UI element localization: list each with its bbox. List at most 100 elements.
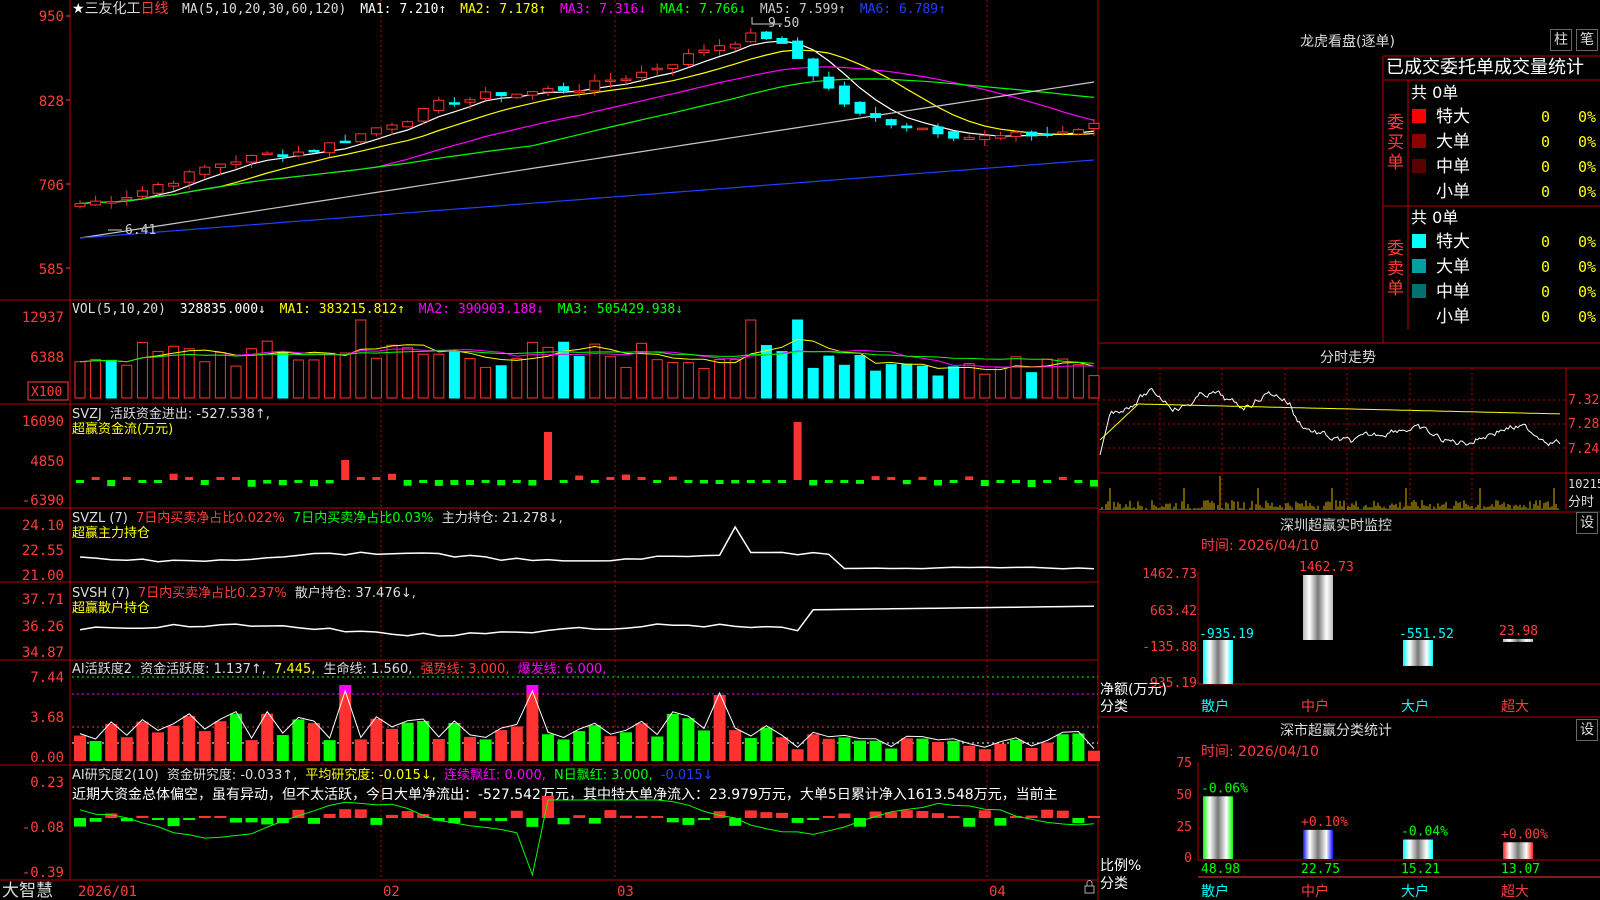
candle-body[interactable] [1041, 133, 1053, 136]
candle-body[interactable] [682, 53, 694, 66]
candle-body[interactable] [230, 161, 242, 165]
candle-body[interactable] [136, 190, 148, 197]
candle-body[interactable] [448, 102, 460, 105]
candle-body[interactable] [885, 119, 897, 126]
candle-body[interactable] [495, 92, 507, 97]
candle-body[interactable] [246, 154, 258, 163]
candle-body[interactable] [90, 200, 102, 206]
intraday-panel[interactable]: 分时走势 7.32 7.28 7.24 10215 分时 [1098, 350, 1600, 510]
candle-body[interactable] [292, 151, 304, 157]
candle-body[interactable] [714, 45, 726, 51]
candle-body[interactable] [168, 182, 180, 187]
candle-body[interactable] [604, 79, 616, 83]
ai-active-bar [1088, 750, 1100, 761]
candle-body[interactable] [792, 40, 804, 59]
candle-body[interactable] [526, 91, 538, 96]
ratio-change-label: +0.10% [1301, 815, 1348, 830]
candle-body[interactable] [199, 166, 211, 175]
candle-body[interactable] [542, 88, 554, 93]
candle-body[interactable] [729, 43, 741, 49]
candle-body[interactable] [105, 201, 117, 204]
candle-body[interactable] [651, 67, 663, 71]
candle-body[interactable] [183, 171, 195, 183]
vol-bar [1010, 356, 1022, 399]
candle-body[interactable] [74, 203, 86, 207]
candle-body[interactable] [667, 64, 679, 70]
candle-body[interactable] [370, 127, 382, 135]
candle-body[interactable] [417, 108, 429, 122]
candle-body[interactable] [121, 196, 133, 200]
candle-body[interactable] [916, 127, 928, 131]
kline-panel[interactable]: 950 828 706 585 ★三友化工日线 MA(5,10,20,30,60… [39, 1, 1100, 278]
candle-body[interactable] [823, 76, 835, 89]
lock-icon[interactable] [1084, 880, 1095, 894]
candle-body[interactable] [760, 31, 772, 40]
sz-monitor-settings-button[interactable]: 设 [1576, 512, 1598, 534]
volume-panel[interactable]: VOL(5,10,20) 328835.000↓ MA1: 383215.812… [22, 302, 1100, 401]
candle-body[interactable] [433, 99, 445, 111]
candle-body[interactable] [464, 99, 476, 103]
kline-candles[interactable] [74, 28, 1100, 209]
candle-body[interactable] [261, 152, 273, 156]
sz-monitor-side-label: 净额(万元) [1100, 682, 1167, 698]
candle-body[interactable] [589, 80, 601, 92]
candle-body[interactable] [308, 149, 320, 153]
candle-body[interactable] [948, 131, 960, 139]
ai-active-panel[interactable]: AI活跃度2 资金活跃度: 1.137↑, 7.445, 生命线: 1.560,… [30, 661, 1100, 766]
candle-body[interactable] [339, 140, 351, 144]
sz-class-settings-button[interactable]: 设 [1576, 719, 1598, 741]
candle-body[interactable] [214, 163, 226, 168]
ai-research-panel[interactable]: AI研究度2(10) 资金研究度: -0.033↑, 平均研究度: -0.015… [22, 767, 1100, 881]
candle-body[interactable] [932, 126, 944, 135]
svsh-panel[interactable]: SVSH (7) 7日内买卖净占比0.237% 散户持仓: 37.476↓, 超… [22, 585, 1095, 661]
candle-body[interactable] [838, 85, 850, 105]
candle-body[interactable] [511, 93, 523, 99]
candle-body[interactable] [698, 49, 710, 53]
ai-active-bar [198, 731, 211, 761]
candle-body[interactable] [558, 86, 570, 91]
candle-body[interactable] [1088, 122, 1100, 130]
candle-body[interactable] [901, 125, 913, 129]
candle-body[interactable] [277, 154, 289, 158]
sz-monitor-panel[interactable]: 深圳超赢实时监控 时间: 2026/04/10 1462.73 663.42 -… [1100, 517, 1600, 715]
vol-y-axis: 12937 6388 [22, 310, 64, 366]
svzl-panel[interactable]: SVZL (7) 7日内买卖净占比0.022% 7日内买卖净占比0.03% 主力… [22, 510, 1095, 584]
sz-class-y-tick: 25 [1176, 820, 1192, 835]
low-mark: 6.41 [125, 223, 156, 238]
vol-y-tick: 6388 [30, 350, 64, 366]
candle-body[interactable] [807, 58, 819, 77]
main-canvas[interactable]: 950 828 706 585 ★三友化工日线 MA(5,10,20,30,60… [0, 0, 1600, 900]
candle-body[interactable] [1072, 129, 1084, 135]
ai-research-bar [1025, 815, 1038, 818]
buy-total: 共 0单 [1411, 83, 1458, 102]
candle-body[interactable] [324, 142, 336, 154]
vol-bar [729, 359, 741, 399]
candle-body[interactable] [355, 133, 367, 143]
candle-body[interactable] [386, 124, 398, 130]
svzj-bar [668, 476, 677, 480]
candle-body[interactable] [979, 135, 991, 141]
svzj-panel[interactable]: SVZJ 活跃资金进出: -527.538↑, 超赢资金流(万元) 16090 4… [22, 406, 1098, 509]
candle-body[interactable] [636, 71, 648, 79]
candle-body[interactable] [994, 135, 1006, 139]
dragon-panel[interactable]: 龙虎看盘(逐单) 已成交委托单成交量统计 委买单 委卖单 共 0单 共 0单 特… [1300, 33, 1600, 343]
sz-monitor-time: 时间: 2026/04/10 [1201, 538, 1319, 554]
candle-body[interactable] [620, 78, 632, 82]
vol-bar [1057, 358, 1069, 399]
candle-body[interactable] [854, 101, 866, 114]
candle-body[interactable] [480, 91, 492, 100]
candle-body[interactable] [1010, 131, 1022, 137]
bar-mode-button[interactable]: 柱 [1550, 29, 1572, 51]
candle-body[interactable] [1026, 131, 1038, 137]
svzj-bar [200, 480, 209, 485]
pen-mode-button[interactable]: 笔 [1576, 29, 1598, 51]
sz-class-panel[interactable]: 深市超赢分类统计 时间: 2026/04/10 75 50 25 0 比例% 分… [1100, 722, 1600, 900]
candle-body[interactable] [152, 184, 164, 194]
candle-body[interactable] [776, 37, 788, 44]
candle-body[interactable] [402, 121, 414, 128]
candle-body[interactable] [870, 113, 882, 119]
candle-body[interactable] [1057, 131, 1069, 134]
candle-body[interactable] [963, 137, 975, 140]
candle-body[interactable] [573, 90, 585, 93]
candle-body[interactable] [745, 32, 757, 43]
